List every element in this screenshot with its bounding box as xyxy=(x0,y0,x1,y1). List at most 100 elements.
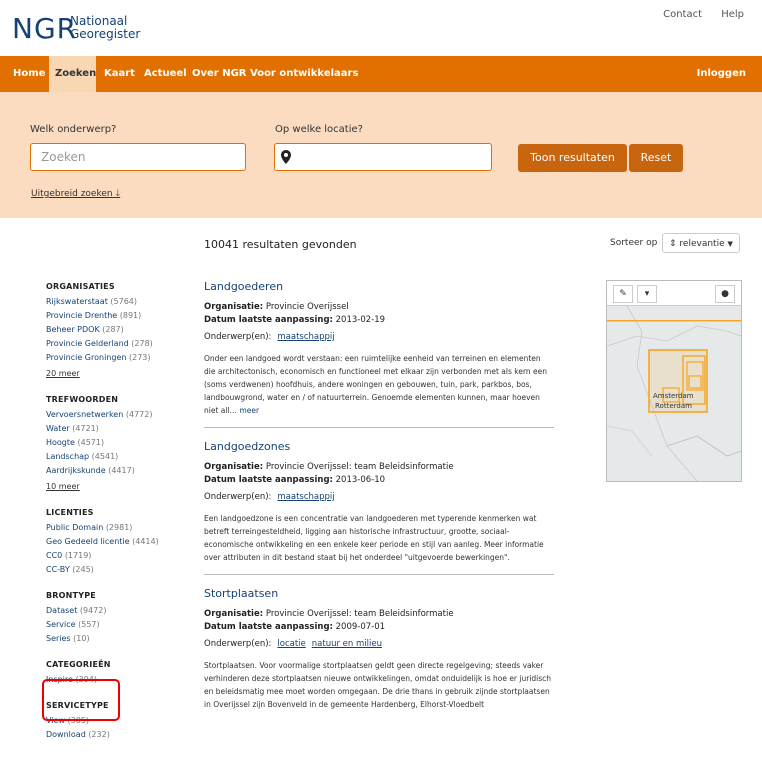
facet-count: (9472) xyxy=(79,606,107,615)
facet-count: (287) xyxy=(102,325,124,334)
facet-item[interactable]: Provincie Groningen (273) xyxy=(46,351,186,365)
subject-label: Onderwerp(en): xyxy=(204,332,272,342)
result-item: Landgoedzones Organisatie: Provincie Ove… xyxy=(204,440,554,575)
facet-item[interactable]: Service (557) xyxy=(46,618,186,632)
subject-label: Onderwerp(en): xyxy=(204,639,272,649)
subject-tag[interactable]: natuur en milieu xyxy=(312,639,382,649)
facet-item[interactable]: Vervoersnetwerken (4772) xyxy=(46,408,186,422)
caret-down-icon[interactable]: ▾ xyxy=(637,285,657,303)
facet-label: Landschap xyxy=(46,452,90,461)
nav-actueel[interactable]: Actueel xyxy=(138,56,193,92)
date-label: Datum laatste aanpassing: xyxy=(204,622,333,632)
top-links: Contact Help xyxy=(647,9,744,20)
nav-voor-ontwikkelaars[interactable]: Voor ontwikkelaars xyxy=(244,56,364,92)
date-label: Datum laatste aanpassing: xyxy=(204,475,333,485)
facet-count: (278) xyxy=(131,339,153,348)
facet-more-link[interactable]: 20 meer xyxy=(46,367,186,381)
facet-item[interactable]: CC-BY (245) xyxy=(46,563,186,577)
facet-count: (245) xyxy=(72,565,94,574)
nav-zoeken[interactable]: Zoeken xyxy=(49,56,96,92)
facet-item[interactable]: Provincie Drenthe (891) xyxy=(46,309,186,323)
facet-group-licenties: LICENTIES Public Domain (2981) Geo Gedee… xyxy=(46,508,186,577)
nav-over-ngr[interactable]: Over NGR xyxy=(186,56,253,92)
facet-label: Download xyxy=(46,730,86,739)
facet-item[interactable]: Dataset (9472) xyxy=(46,604,186,618)
facet-title: TREFWOORDEN xyxy=(46,395,119,404)
topic-label: Welk onderwerp? xyxy=(30,124,117,135)
facet-count: (557) xyxy=(78,620,100,629)
nav-kaart[interactable]: Kaart xyxy=(98,56,141,92)
facet-item[interactable]: Landschap (4541) xyxy=(46,450,186,464)
org-value: Provincie Overijssel: team Beleidsinform… xyxy=(265,462,454,472)
facet-count: (4571) xyxy=(77,438,105,447)
facet-item[interactable]: Series (10) xyxy=(46,632,186,646)
facet-item[interactable]: Geo Gedeeld licentie (4414) xyxy=(46,535,186,549)
map-marker-icon xyxy=(281,150,291,164)
org-value: Provincie Overijssel: team Beleidsinform… xyxy=(265,609,454,619)
map-label-city1: Amsterdam xyxy=(653,392,694,400)
location-search-input[interactable] xyxy=(274,143,492,171)
facet-item[interactable]: Download (232) xyxy=(46,728,186,742)
facet-more-link[interactable]: 10 meer xyxy=(46,480,186,494)
facet-label: Series xyxy=(46,634,71,643)
map-toolbar: ✎ ▾ ● xyxy=(607,281,741,306)
facet-item[interactable]: Beheer PDOK (287) xyxy=(46,323,186,337)
highlight-annotation xyxy=(42,679,120,721)
result-date: Datum laatste aanpassing: 2013-06-10 xyxy=(204,474,554,487)
facet-label: Water xyxy=(46,424,70,433)
result-item: Stortplaatsen Organisatie: Provincie Ove… xyxy=(204,587,554,721)
facet-label: Public Domain xyxy=(46,523,104,532)
reset-button[interactable]: Reset xyxy=(629,144,683,172)
org-label: Organisatie: xyxy=(204,609,264,619)
subject-label: Onderwerp(en): xyxy=(204,492,272,502)
facet-label: Provincie Gelderland xyxy=(46,339,129,348)
contact-link[interactable]: Contact xyxy=(663,9,702,20)
date-label: Datum laatste aanpassing: xyxy=(204,315,333,325)
result-title[interactable]: Landgoederen xyxy=(204,280,554,293)
facet-item[interactable]: Rijkswaterstaat (5764) xyxy=(46,295,186,309)
facet-label: Dataset xyxy=(46,606,78,615)
logo-ngr[interactable]: NGR xyxy=(12,12,77,45)
map-graphic: Amsterdam Rotterdam xyxy=(607,306,741,481)
facet-item[interactable]: Aardrijkskunde (4417) xyxy=(46,464,186,478)
result-subjects: Onderwerp(en): maatschappij xyxy=(204,491,554,504)
sort-label: Sorteer op xyxy=(610,238,658,248)
facet-item[interactable]: Public Domain (2981) xyxy=(46,521,186,535)
facet-item[interactable]: Provincie Gelderland (278) xyxy=(46,337,186,351)
location-label: Op welke locatie? xyxy=(275,124,363,135)
results-count: 10041 resultaten gevonden xyxy=(204,238,357,251)
map-widget: ✎ ▾ ● Amsterdam Rotterdam xyxy=(606,280,742,482)
facet-count: (10) xyxy=(73,634,90,643)
facet-item[interactable]: Hoogte (4571) xyxy=(46,436,186,450)
date-value: 2013-06-10 xyxy=(335,475,386,485)
topic-search-input[interactable]: Zoeken xyxy=(30,143,246,171)
subject-tag[interactable]: maatschappij xyxy=(277,492,334,502)
globe-icon[interactable]: ● xyxy=(715,285,735,303)
facet-label: Provincie Groningen xyxy=(46,353,127,362)
nav-home[interactable]: Home xyxy=(7,56,51,92)
facet-item[interactable]: CC0 (1719) xyxy=(46,549,186,563)
pencil-icon[interactable]: ✎ xyxy=(613,285,633,303)
help-link[interactable]: Help xyxy=(721,9,744,20)
result-item: Landgoederen Organisatie: Provincie Over… xyxy=(204,280,554,428)
facet-item[interactable]: Water (4721) xyxy=(46,422,186,436)
result-title[interactable]: Stortplaatsen xyxy=(204,587,554,600)
map-canvas[interactable]: Amsterdam Rotterdam xyxy=(607,306,741,481)
result-org: Organisatie: Provincie Overijssel: team … xyxy=(204,608,554,621)
subject-tag[interactable]: maatschappij xyxy=(277,332,334,342)
login-link[interactable]: Inloggen xyxy=(691,56,752,92)
org-value: Provincie Overijssel xyxy=(265,302,349,312)
facet-group-trefwoorden: TREFWOORDEN Vervoersnetwerken (4772) Wat… xyxy=(46,395,186,494)
sort-select[interactable]: ⇕ relevantie ▼ xyxy=(662,233,740,253)
facet-title: BRONTYPE xyxy=(46,591,96,600)
result-description: Stortplaatsen. Voor voormalige stortplaa… xyxy=(204,661,552,709)
bbox-line xyxy=(607,320,741,322)
subject-tag[interactable]: locatie xyxy=(277,639,305,649)
show-results-button[interactable]: Toon resultaten xyxy=(518,144,627,172)
advanced-search-link[interactable]: Uitgebreid zoeken 🡓 xyxy=(31,186,120,202)
facet-label: Service xyxy=(46,620,76,629)
facet-label: Geo Gedeeld licentie xyxy=(46,537,130,546)
result-title[interactable]: Landgoedzones xyxy=(204,440,554,453)
result-org: Organisatie: Provincie Overijssel: team … xyxy=(204,461,554,474)
more-link[interactable]: meer xyxy=(239,406,259,415)
